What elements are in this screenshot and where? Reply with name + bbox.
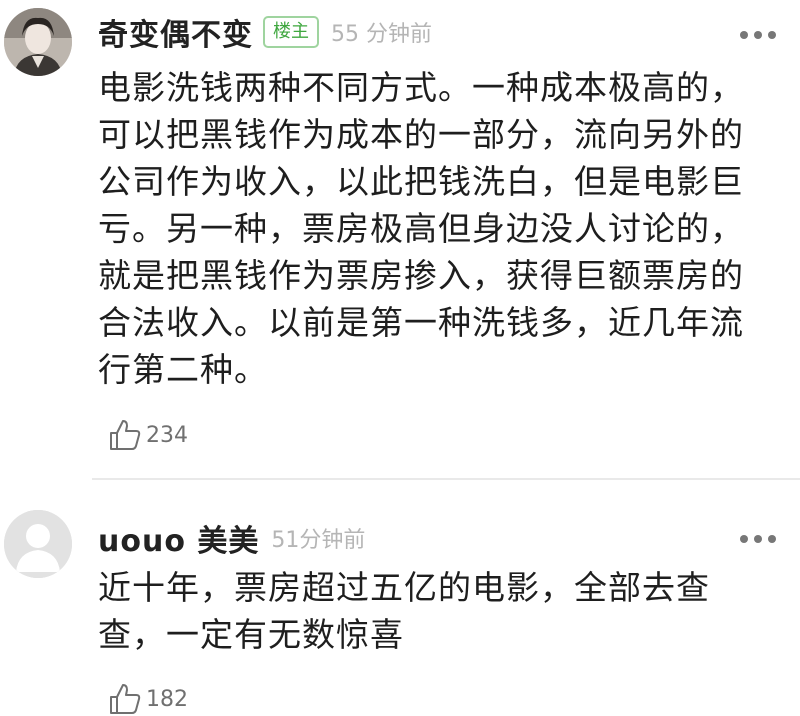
- comment-header: 奇变偶不变 楼主 55 分钟前: [98, 10, 432, 54]
- comment-header: uouo 美美 51分钟前: [98, 516, 365, 560]
- more-dots-icon: [740, 535, 776, 543]
- avatar-portrait-icon: [4, 8, 72, 76]
- comment-item: 奇变偶不变 楼主 55 分钟前 电影洗钱两种不同方式。一种成本极高的， 可以把黑…: [0, 0, 800, 470]
- avatar[interactable]: [4, 510, 72, 578]
- comment-text: 电影洗钱两种不同方式。一种成本极高的， 可以把黑钱作为成本的一部分，流向另外的 …: [98, 68, 744, 389]
- thumbs-up-icon: [110, 684, 141, 714]
- thumbs-up-icon: [110, 420, 141, 450]
- like-count: 182: [146, 686, 188, 712]
- comment-divider: [92, 478, 800, 480]
- timestamp: 55 分钟前: [331, 22, 432, 47]
- username[interactable]: 奇变偶不变: [98, 10, 253, 54]
- more-options-button[interactable]: [738, 26, 778, 39]
- avatar[interactable]: [4, 8, 72, 76]
- comment-item: uouo 美美 51分钟前 近十年，票房超过五亿的电影，全部去查 查，一定有无数…: [0, 486, 800, 716]
- comment-text: 近十年，票房超过五亿的电影，全部去查 查，一定有无数惊喜: [98, 568, 710, 654]
- author-badge: 楼主: [263, 16, 319, 48]
- timestamp: 51分钟前: [271, 528, 366, 553]
- more-dots-icon: [740, 31, 776, 39]
- like-button[interactable]: 182: [108, 682, 188, 716]
- like-count: 234: [146, 422, 188, 448]
- more-options-button[interactable]: [738, 530, 778, 543]
- like-button[interactable]: 234: [108, 418, 188, 452]
- username[interactable]: uouo 美美: [98, 516, 259, 560]
- default-avatar-icon: [4, 510, 72, 578]
